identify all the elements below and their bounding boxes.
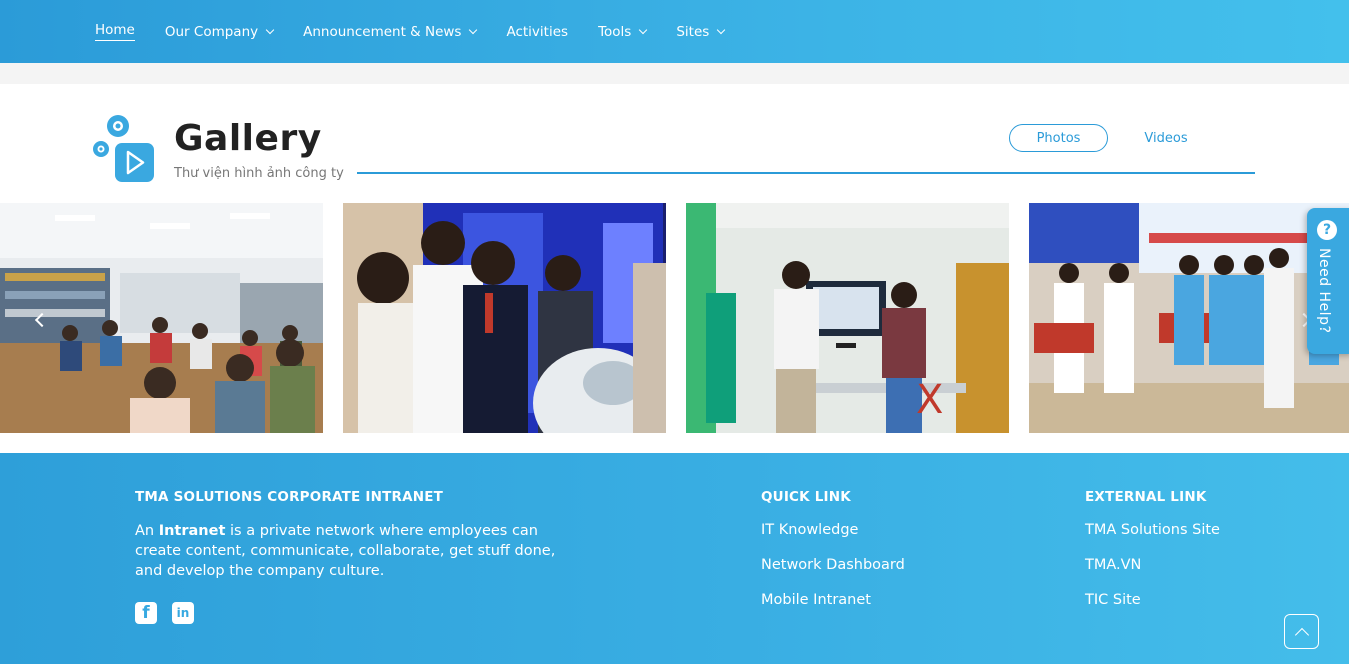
footer-link-tma-solutions-site[interactable]: TMA Solutions Site	[1085, 522, 1220, 538]
nav-item-announcement-news[interactable]: Announcement & News	[303, 24, 478, 40]
chevron-down-icon	[265, 25, 275, 34]
linkedin-icon[interactable]: in	[172, 602, 194, 624]
chevron-down-icon	[469, 25, 478, 34]
chevron-down-icon	[717, 25, 726, 34]
main-menu: Home Our Company Announcement & News Act…	[95, 0, 754, 63]
nav-item-home[interactable]: Home	[95, 22, 135, 41]
question-icon: ?	[1317, 220, 1337, 240]
need-help-button[interactable]: ? Need Help?	[1307, 208, 1349, 354]
nav-item-tools[interactable]: Tools	[598, 24, 648, 40]
footer-about-text: An Intranet is a private network where e…	[135, 523, 556, 579]
footer-link-tic-site[interactable]: TIC Site	[1085, 592, 1141, 608]
need-help-label: Need Help?	[1316, 248, 1332, 334]
top-navbar: Home Our Company Announcement & News Act…	[0, 0, 1349, 63]
scroll-to-top-button[interactable]	[1284, 614, 1319, 649]
gallery-icon	[93, 115, 155, 183]
gallery-subtitle: Thư viện hình ảnh công ty	[174, 166, 344, 181]
chevron-left-icon	[34, 312, 50, 328]
footer-link-it-knowledge[interactable]: IT Knowledge	[761, 522, 858, 538]
footer-link-tma-vn[interactable]: TMA.VN	[1085, 557, 1141, 573]
footer-external-link-title: EXTERNAL LINK	[1085, 489, 1207, 505]
footer-link-network-dashboard[interactable]: Network Dashboard	[761, 557, 905, 573]
tab-photos[interactable]: Photos	[1009, 124, 1108, 152]
gallery-photo-2[interactable]	[343, 203, 666, 433]
nav-item-activities[interactable]: Activities	[506, 24, 568, 40]
svg-text:X: X	[916, 377, 943, 423]
tab-videos[interactable]: Videos	[1131, 124, 1201, 152]
gallery-divider	[357, 172, 1255, 174]
carousel-prev-button[interactable]	[28, 303, 52, 337]
gallery-title: Gallery	[174, 118, 322, 159]
footer-quick-link-title: QUICK LINK	[761, 489, 851, 505]
nav-item-our-company[interactable]: Our Company	[165, 24, 275, 40]
chevron-down-icon	[639, 25, 648, 34]
footer-about-title: TMA SOLUTIONS CORPORATE INTRANET	[135, 489, 444, 505]
chevron-up-icon	[1294, 627, 1310, 643]
footer-link-mobile-intranet[interactable]: Mobile Intranet	[761, 592, 871, 608]
gallery-photo-3[interactable]: X	[686, 203, 1009, 433]
nav-item-sites[interactable]: Sites	[676, 24, 726, 40]
section-spacer	[0, 63, 1349, 84]
facebook-icon[interactable]: f	[135, 602, 157, 624]
site-footer: TMA SOLUTIONS CORPORATE INTRANET An Intr…	[0, 453, 1349, 664]
